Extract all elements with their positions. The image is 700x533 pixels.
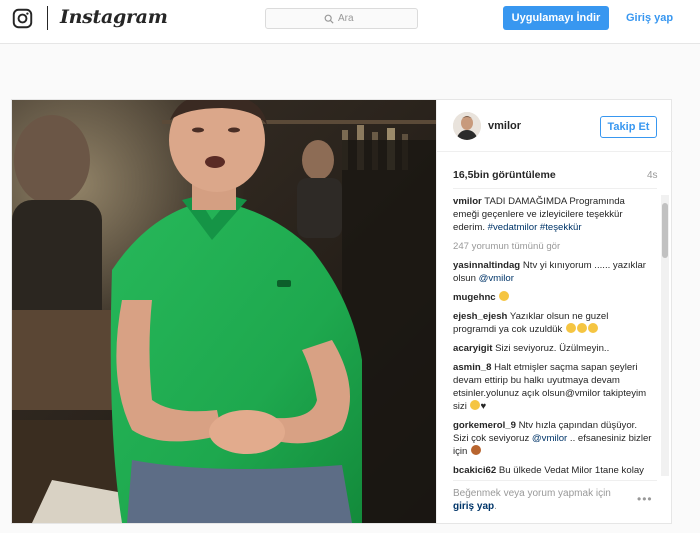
login-link[interactable]: Giriş yap <box>626 12 673 24</box>
divider <box>453 480 657 481</box>
search-placeholder: Ara <box>338 13 354 24</box>
logo-divider <box>47 6 48 30</box>
download-app-button[interactable]: Uygulamayı İndir <box>503 6 609 30</box>
scrollbar-thumb[interactable] <box>662 203 668 258</box>
avatar[interactable] <box>453 112 481 140</box>
list-item: yasinnaltindag Ntv yi kınıyorum ...... y… <box>453 259 653 285</box>
search-input[interactable]: Ara <box>265 8 418 29</box>
comment-mention[interactable]: @vmilor <box>532 433 567 444</box>
list-item: mugehnc <box>453 291 653 304</box>
list-item: ejesh_ejesh Yazıklar olsun ne guzel prog… <box>453 310 653 336</box>
comment-username[interactable]: gorkemerol_9 <box>453 420 516 431</box>
follow-button[interactable]: Takip Et <box>600 116 657 138</box>
comment-username[interactable]: yasinnaltindag <box>453 260 520 271</box>
view-count: 16,5bin görüntüleme <box>453 169 556 181</box>
post-side-panel: vmilor Takip Et 16,5bin görüntüleme 4s v… <box>436 100 673 523</box>
ok-hand-emoji-icon <box>470 400 481 410</box>
list-item: bcakici62 Bu ülkede Vedat Milor 1tane ko… <box>453 464 653 478</box>
comment-username[interactable]: bcakici62 <box>453 465 496 476</box>
drumstick-emoji-icon <box>470 445 481 455</box>
comment-username[interactable]: asmin_8 <box>453 362 491 373</box>
sad-face-emoji-icon <box>498 291 509 301</box>
comment-username[interactable]: ejesh_ejesh <box>453 311 507 322</box>
search-icon <box>324 14 334 24</box>
sad-face-emoji-icon <box>587 323 598 333</box>
sad-face-emoji-icon <box>565 323 576 333</box>
view-all-comments-link[interactable]: 247 yorumun tümünü gör <box>453 240 653 253</box>
caption-hashtags[interactable]: #vedatmilor #teşekkür <box>488 222 582 233</box>
list-item: acaryigit Sizi seviyoruz. Üzülmeyin.. <box>453 342 653 355</box>
profile-photo-icon <box>453 112 481 140</box>
instagram-camera-icon[interactable] <box>12 8 33 29</box>
comment-username[interactable]: acaryigit <box>453 343 492 354</box>
divider <box>453 188 657 189</box>
post-username[interactable]: vmilor <box>488 120 521 132</box>
post-video[interactable] <box>12 100 436 523</box>
caption-username[interactable]: vmilor <box>453 196 482 207</box>
comments-scrollbar[interactable] <box>661 195 669 476</box>
login-prompt-link[interactable]: giriş yap <box>453 501 494 512</box>
post-card: vmilor Takip Et 16,5bin görüntüleme 4s v… <box>11 99 673 524</box>
login-prompt-text: Beğenmek veya yorum yapmak için <box>453 488 611 499</box>
list-item: asmin_8 Halt etmişler saçma sapan şeyler… <box>453 361 653 413</box>
post-header: vmilor Takip Et <box>437 100 673 152</box>
caption: vmilor TADI DAMAĞIMDA Programında emeği … <box>453 195 653 234</box>
comments-list: vmilor TADI DAMAĞIMDA Programında emeği … <box>453 195 653 478</box>
sad-face-emoji-icon <box>576 323 587 333</box>
top-navigation-bar: Instagram Ara Uygulamayı İndir Giriş yap <box>0 0 700 44</box>
post-time[interactable]: 4s <box>647 170 658 181</box>
comment-mention[interactable]: @vmilor <box>479 273 514 284</box>
login-prompt: Beğenmek veya yorum yapmak için giriş ya… <box>453 487 633 513</box>
login-prompt-period: . <box>494 501 497 512</box>
video-frame-illustration <box>12 100 436 523</box>
comment-username[interactable]: mugehnc <box>453 292 496 303</box>
list-item: gorkemerol_9 Ntv hızla çapından düşüyor.… <box>453 419 653 458</box>
more-options-icon[interactable]: ••• <box>637 492 653 506</box>
black-heart-icon: ♥ <box>480 401 487 412</box>
comment-text: Sizi seviyoruz. Üzülmeyin.. <box>495 343 610 354</box>
instagram-wordmark-logo[interactable]: Instagram <box>60 6 168 28</box>
